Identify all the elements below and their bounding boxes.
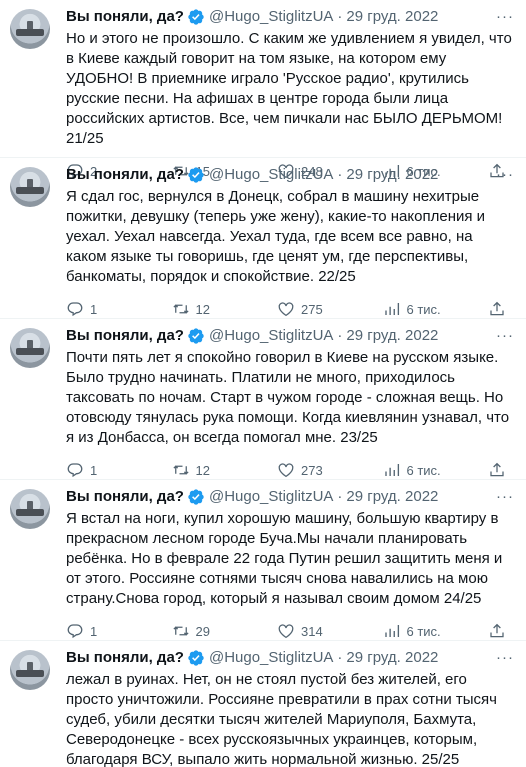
share-button[interactable] bbox=[488, 300, 506, 318]
reply-icon bbox=[67, 624, 83, 639]
like-button[interactable]: 273 bbox=[277, 461, 383, 479]
tweet-date[interactable]: 29 груд. 2022 bbox=[346, 165, 438, 185]
avatar[interactable] bbox=[10, 650, 50, 690]
avatar[interactable] bbox=[10, 328, 50, 368]
more-options-icon[interactable]: ··· bbox=[496, 326, 514, 346]
reply-count: 1 bbox=[90, 301, 98, 317]
author-handle[interactable]: @Hugo_StiglitzUA bbox=[209, 648, 333, 668]
views-button[interactable]: 6 тис. bbox=[383, 622, 489, 640]
retweet-count: 29 bbox=[195, 623, 210, 639]
like-icon bbox=[278, 624, 294, 639]
reply-icon bbox=[67, 302, 83, 317]
tweet-header: Вы поняли, да? @Hugo_StiglitzUA · 29 гру… bbox=[66, 648, 514, 668]
author-name[interactable]: Вы поняли, да? bbox=[66, 7, 184, 27]
like-button[interactable]: 314 bbox=[277, 622, 383, 640]
like-count: 314 bbox=[301, 623, 323, 639]
tweet-text: лежал в руинах. Нет, он не стоял пустой … bbox=[66, 671, 502, 767]
retweet-count: 12 bbox=[195, 462, 210, 478]
tweet-thread: Вы поняли, да? @Hugo_StiglitzUA · 29 гру… bbox=[0, 0, 526, 767]
reply-count: 1 bbox=[90, 623, 98, 639]
views-count: 6 тис. bbox=[406, 301, 441, 317]
author-name[interactable]: Вы поняли, да? bbox=[66, 326, 184, 346]
verified-badge-icon bbox=[187, 488, 205, 506]
share-icon bbox=[490, 301, 504, 316]
author-name[interactable]: Вы поняли, да? bbox=[66, 165, 184, 185]
author-handle[interactable]: @Hugo_StiglitzUA bbox=[209, 7, 333, 27]
reply-button[interactable]: 1 bbox=[66, 300, 172, 318]
like-count: 275 bbox=[301, 301, 323, 317]
views-icon bbox=[384, 464, 399, 476]
tweet-header: Вы поняли, да? @Hugo_StiglitzUA · 29 гру… bbox=[66, 487, 514, 507]
avatar[interactable] bbox=[10, 9, 50, 49]
separator-dot: · bbox=[337, 166, 343, 183]
more-options-icon[interactable]: ··· bbox=[496, 7, 514, 27]
share-icon bbox=[490, 462, 504, 477]
separator-dot: · bbox=[337, 649, 343, 666]
tweet-text: Я встал на ноги, купил хорошую машину, б… bbox=[66, 510, 507, 607]
tweet-22[interactable]: Вы поняли, да? @Hugo_StiglitzUA · 29 гру… bbox=[0, 158, 526, 319]
retweet-count: 12 bbox=[195, 301, 210, 317]
separator-dot: · bbox=[337, 488, 343, 505]
more-options-icon[interactable]: ··· bbox=[496, 165, 514, 185]
verified-badge-icon bbox=[187, 649, 205, 667]
verified-badge-icon bbox=[187, 8, 205, 26]
tweet-header: Вы поняли, да? @Hugo_StiglitzUA · 29 гру… bbox=[66, 326, 514, 346]
views-button[interactable]: 6 тис. bbox=[383, 300, 489, 318]
tweet-21[interactable]: Вы поняли, да? @Hugo_StiglitzUA · 29 гру… bbox=[0, 0, 526, 179]
separator-dot: · bbox=[337, 327, 343, 344]
retweet-button[interactable]: 12 bbox=[172, 300, 278, 318]
tweet-23[interactable]: Вы поняли, да? @Hugo_StiglitzUA · 29 гру… bbox=[0, 319, 526, 480]
tweet-text: Но и этого не произошло. С каким же удив… bbox=[66, 30, 516, 147]
tweet-date[interactable]: 29 груд. 2022 bbox=[346, 7, 438, 27]
tweet-actions: 1 29 314 6 тис. bbox=[66, 621, 514, 641]
retweet-icon bbox=[172, 304, 189, 314]
verified-badge-icon bbox=[187, 327, 205, 345]
author-handle[interactable]: @Hugo_StiglitzUA bbox=[209, 165, 333, 185]
reply-button[interactable]: 1 bbox=[66, 461, 172, 479]
retweet-button[interactable]: 29 bbox=[172, 622, 278, 640]
more-options-icon[interactable]: ··· bbox=[496, 487, 514, 507]
reply-icon bbox=[67, 463, 83, 478]
author-name[interactable]: Вы поняли, да? bbox=[66, 487, 184, 507]
reply-count: 1 bbox=[90, 462, 98, 478]
views-button[interactable]: 6 тис. bbox=[383, 461, 489, 479]
tweet-actions: 1 12 273 6 тис. bbox=[66, 460, 514, 480]
views-count: 6 тис. bbox=[406, 462, 441, 478]
verified-badge-icon bbox=[187, 166, 205, 184]
like-button[interactable]: 275 bbox=[277, 300, 383, 318]
tweet-actions: 1 12 275 6 тис. bbox=[66, 299, 514, 319]
share-button[interactable] bbox=[488, 461, 506, 479]
tweet-25[interactable]: Вы поняли, да? @Hugo_StiglitzUA · 29 гру… bbox=[0, 641, 526, 767]
tweet-date[interactable]: 29 груд. 2022 bbox=[346, 487, 438, 507]
tweet-text: Почти пять лет я спокойно говорил в Киев… bbox=[66, 349, 514, 446]
retweet-button[interactable]: 12 bbox=[172, 461, 278, 479]
views-icon bbox=[384, 625, 399, 637]
share-icon bbox=[490, 623, 504, 638]
tweet-date[interactable]: 29 груд. 2022 bbox=[346, 648, 438, 668]
tweet-text: Я сдал гос, вернулся в Донецк, собрал в … bbox=[66, 188, 490, 285]
retweet-icon bbox=[172, 465, 189, 475]
avatar[interactable] bbox=[10, 167, 50, 207]
author-handle[interactable]: @Hugo_StiglitzUA bbox=[209, 326, 333, 346]
tweet-24[interactable]: Вы поняли, да? @Hugo_StiglitzUA · 29 гру… bbox=[0, 480, 526, 641]
more-options-icon[interactable]: ··· bbox=[496, 648, 514, 668]
author-handle[interactable]: @Hugo_StiglitzUA bbox=[209, 487, 333, 507]
like-count: 273 bbox=[301, 462, 323, 478]
views-count: 6 тис. bbox=[406, 623, 441, 639]
tweet-date[interactable]: 29 груд. 2022 bbox=[346, 326, 438, 346]
retweet-icon bbox=[172, 626, 189, 636]
views-icon bbox=[384, 303, 399, 315]
tweet-header: Вы поняли, да? @Hugo_StiglitzUA · 29 гру… bbox=[66, 7, 514, 27]
separator-dot: · bbox=[337, 8, 343, 25]
like-icon bbox=[278, 302, 294, 317]
like-icon bbox=[278, 463, 294, 478]
tweet-header: Вы поняли, да? @Hugo_StiglitzUA · 29 гру… bbox=[66, 165, 514, 185]
author-name[interactable]: Вы поняли, да? bbox=[66, 648, 184, 668]
avatar[interactable] bbox=[10, 489, 50, 529]
reply-button[interactable]: 1 bbox=[66, 622, 172, 640]
share-button[interactable] bbox=[488, 622, 506, 640]
